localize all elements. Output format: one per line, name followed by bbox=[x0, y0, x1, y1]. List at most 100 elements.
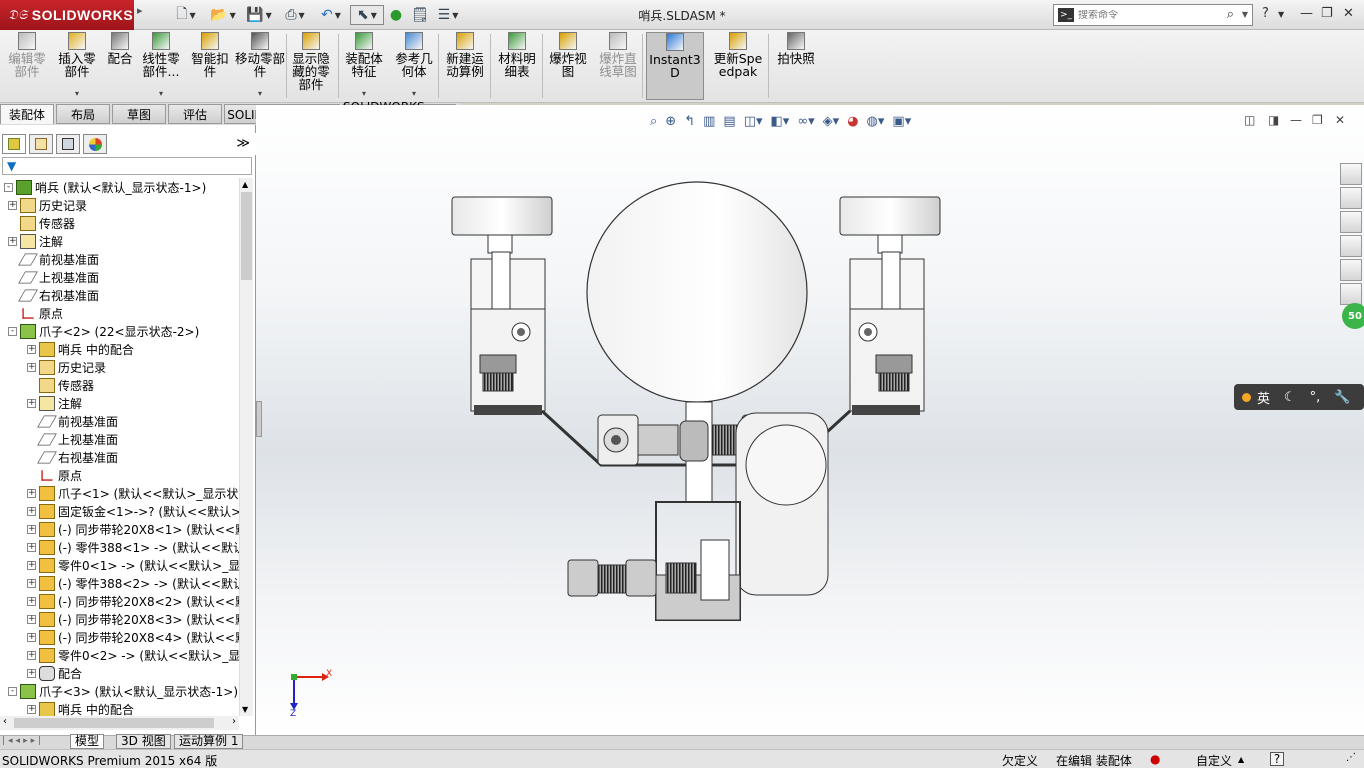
new-document-button[interactable]: 🗋 ▼ bbox=[172, 5, 200, 25]
search-dropdown-icon[interactable]: ▼ bbox=[1242, 10, 1248, 19]
ribbon-button-move-component[interactable]: 移动零部件 ▾ bbox=[235, 32, 285, 100]
expand-icon[interactable]: + bbox=[27, 362, 36, 372]
tab-3d-view[interactable]: 3D 视图 bbox=[116, 734, 171, 749]
search-icon[interactable]: ⌕ bbox=[1227, 7, 1234, 22]
expand-icon[interactable]: + bbox=[27, 650, 36, 660]
tab-feature-tree[interactable] bbox=[2, 134, 26, 154]
tab-configuration-manager[interactable] bbox=[56, 134, 80, 154]
ribbon-button-explode-line[interactable]: 爆炸直线草图 bbox=[594, 32, 642, 100]
wrench-icon[interactable]: 🔧 bbox=[1334, 390, 1350, 405]
options-button[interactable]: ☰ ▼ bbox=[433, 5, 463, 25]
scroll-up-icon[interactable]: ▲ bbox=[242, 180, 248, 189]
expand-icon[interactable]: + bbox=[27, 344, 36, 354]
tree-item[interactable]: + 爪子<1> (默认<<默认>_显示状态 bbox=[27, 484, 239, 502]
custom-properties-icon[interactable] bbox=[1340, 283, 1362, 305]
tree-item[interactable]: 右视基准面 bbox=[8, 286, 99, 304]
tab-navigation-icon[interactable]: |◂◂▸▸| bbox=[2, 736, 44, 746]
search-input[interactable] bbox=[1078, 9, 1208, 21]
dropdown-arrow-icon[interactable]: ▾ bbox=[362, 87, 366, 100]
expand-icon[interactable]: + bbox=[27, 596, 36, 606]
scroll-thumb[interactable] bbox=[241, 192, 252, 280]
tree-item[interactable]: 原点 bbox=[27, 466, 82, 484]
dropdown-arrow-icon[interactable]: ▾ bbox=[159, 87, 163, 100]
central-disk[interactable] bbox=[586, 181, 808, 403]
minimize-icon[interactable]: — bbox=[1300, 6, 1313, 21]
ime-language[interactable]: 英 bbox=[1257, 388, 1270, 407]
dropdown-arrow-icon[interactable]: ▾ bbox=[258, 87, 262, 100]
tree-item[interactable]: + 哨兵 中的配合 bbox=[27, 700, 134, 716]
expand-icon[interactable]: + bbox=[27, 632, 36, 642]
tree-horizontal-scrollbar[interactable]: ‹ › bbox=[0, 716, 239, 730]
expand-icon[interactable]: + bbox=[27, 506, 36, 516]
expand-icon[interactable]: + bbox=[27, 560, 36, 570]
task-pane-badge[interactable]: 50 bbox=[1342, 303, 1364, 329]
ime-toolbar[interactable]: 英 ☾ °, 🔧 bbox=[1234, 384, 1364, 410]
file-properties-button[interactable]: 🗒 bbox=[410, 5, 430, 25]
restore-icon[interactable]: ❐ bbox=[1321, 6, 1333, 21]
tree-item[interactable]: + 历史记录 bbox=[27, 358, 106, 376]
tab-0[interactable]: 装配体 bbox=[0, 104, 54, 124]
tab-3[interactable]: 评估 bbox=[168, 104, 222, 124]
command-search[interactable]: >_ ⌕ ▼ bbox=[1053, 4, 1253, 26]
ribbon-button-assembly-feature[interactable]: 装配体特征 ▾ bbox=[340, 32, 388, 100]
ribbon-button-reference-geometry[interactable]: 参考几何体 ▾ bbox=[390, 32, 438, 100]
tab-model[interactable]: 模型 bbox=[70, 734, 105, 749]
tree-item[interactable]: + 固定钣金<1>->? (默认<<默认>_ bbox=[27, 502, 239, 520]
solidworks-logo[interactable]: 𝔇𝔖 SOLIDWORKS bbox=[0, 0, 134, 30]
collapse-icon[interactable]: - bbox=[8, 326, 17, 336]
tree-item[interactable]: + (-) 同步带轮20X8<3> (默认<<默 bbox=[27, 610, 239, 628]
ribbon-button-exploded-view[interactable]: 爆炸视图 bbox=[545, 32, 591, 100]
tree-item[interactable]: + 零件0<1> -> (默认<<默认>_显 bbox=[27, 556, 239, 574]
resize-grip-icon[interactable]: ⋰ bbox=[1346, 752, 1356, 763]
home-icon[interactable] bbox=[1340, 163, 1362, 185]
tree-item[interactable]: 前视基准面 bbox=[27, 412, 118, 430]
print-button[interactable]: ⎙ ▼ bbox=[280, 5, 310, 25]
ribbon-button-smart-fastener[interactable]: 智能扣件 bbox=[188, 32, 232, 100]
scroll-left-icon[interactable]: ‹ bbox=[3, 716, 7, 727]
tab-property-manager[interactable] bbox=[29, 134, 53, 154]
ribbon-button-edit-component[interactable]: 编辑零部件 bbox=[4, 32, 50, 100]
unit-system[interactable]: 自定义 bbox=[1196, 752, 1232, 768]
open-button[interactable]: 📂 ▼ bbox=[208, 5, 238, 25]
help-status-icon[interactable]: ? bbox=[1270, 752, 1284, 766]
tree-item[interactable]: + 注解 bbox=[8, 232, 63, 250]
collapse-icon[interactable]: - bbox=[4, 182, 13, 192]
tree-item[interactable]: + 历史记录 bbox=[8, 196, 87, 214]
appearances-icon[interactable] bbox=[1340, 259, 1362, 281]
save-button[interactable]: 💾 ▼ bbox=[244, 5, 274, 25]
help-dropdown-icon[interactable]: ▼ bbox=[1278, 10, 1284, 19]
assembly-model[interactable] bbox=[256, 105, 1364, 735]
file-explorer-icon[interactable] bbox=[1340, 211, 1362, 233]
ribbon-button-linear-pattern[interactable]: 线性零部件... ▾ bbox=[138, 32, 184, 100]
right-wheel[interactable] bbox=[839, 196, 941, 236]
select-button[interactable]: ⬉ ▼ bbox=[350, 5, 384, 25]
expand-icon[interactable]: + bbox=[27, 578, 36, 588]
collapse-icon[interactable]: - bbox=[8, 686, 17, 696]
tab-1[interactable]: 布局 bbox=[56, 104, 110, 124]
expand-icon[interactable]: + bbox=[27, 614, 36, 624]
tree-item[interactable]: 传感器 bbox=[27, 376, 94, 394]
tree-item[interactable]: + 哨兵 中的配合 bbox=[27, 340, 134, 358]
tree-item[interactable]: - 爪子<3> (默认<默认_显示状态-1>) bbox=[8, 682, 238, 700]
expand-icon[interactable]: + bbox=[27, 668, 36, 678]
view-palette-icon[interactable] bbox=[1340, 235, 1362, 257]
scroll-down-icon[interactable]: ▼ bbox=[242, 705, 248, 714]
dropdown-arrow-icon[interactable]: ▾ bbox=[412, 87, 416, 100]
tab-2[interactable]: 草图 bbox=[112, 104, 166, 124]
ribbon-button-snapshot[interactable]: 拍快照 bbox=[775, 32, 817, 100]
expand-icon[interactable]: + bbox=[8, 200, 17, 210]
expand-icon[interactable]: + bbox=[8, 236, 17, 246]
graphics-viewport[interactable]: ⌕ ⊕ ↰ ▥ ▤ ◫▾ ◧▾ ∞▾ ◈▾ ◕ ◍▾ ▣▾ ◫ ◨ — ❐ ✕ bbox=[256, 105, 1364, 735]
tab-display-manager[interactable] bbox=[83, 134, 107, 154]
unit-dropdown-icon[interactable]: ▲ bbox=[1238, 755, 1244, 764]
tree-item[interactable]: 传感器 bbox=[8, 214, 75, 232]
design-library-icon[interactable] bbox=[1340, 187, 1362, 209]
dropdown-arrow-icon[interactable]: ▾ bbox=[75, 87, 79, 100]
ribbon-button-bom[interactable]: 材料明细表 bbox=[494, 32, 540, 100]
tab-motion-study[interactable]: 运动算例 1 bbox=[174, 734, 244, 749]
ribbon-button-insert-component[interactable]: 插入零部件 ▾ bbox=[55, 32, 99, 100]
tree-item[interactable]: - 爪子<2> (22<显示状态-2>) bbox=[8, 322, 199, 340]
ribbon-button-motion-study[interactable]: 新建运动算例 bbox=[441, 32, 489, 100]
menu-expand-icon[interactable]: ▸ bbox=[137, 4, 143, 26]
undo-button[interactable]: ↶ ▼ bbox=[316, 5, 346, 25]
